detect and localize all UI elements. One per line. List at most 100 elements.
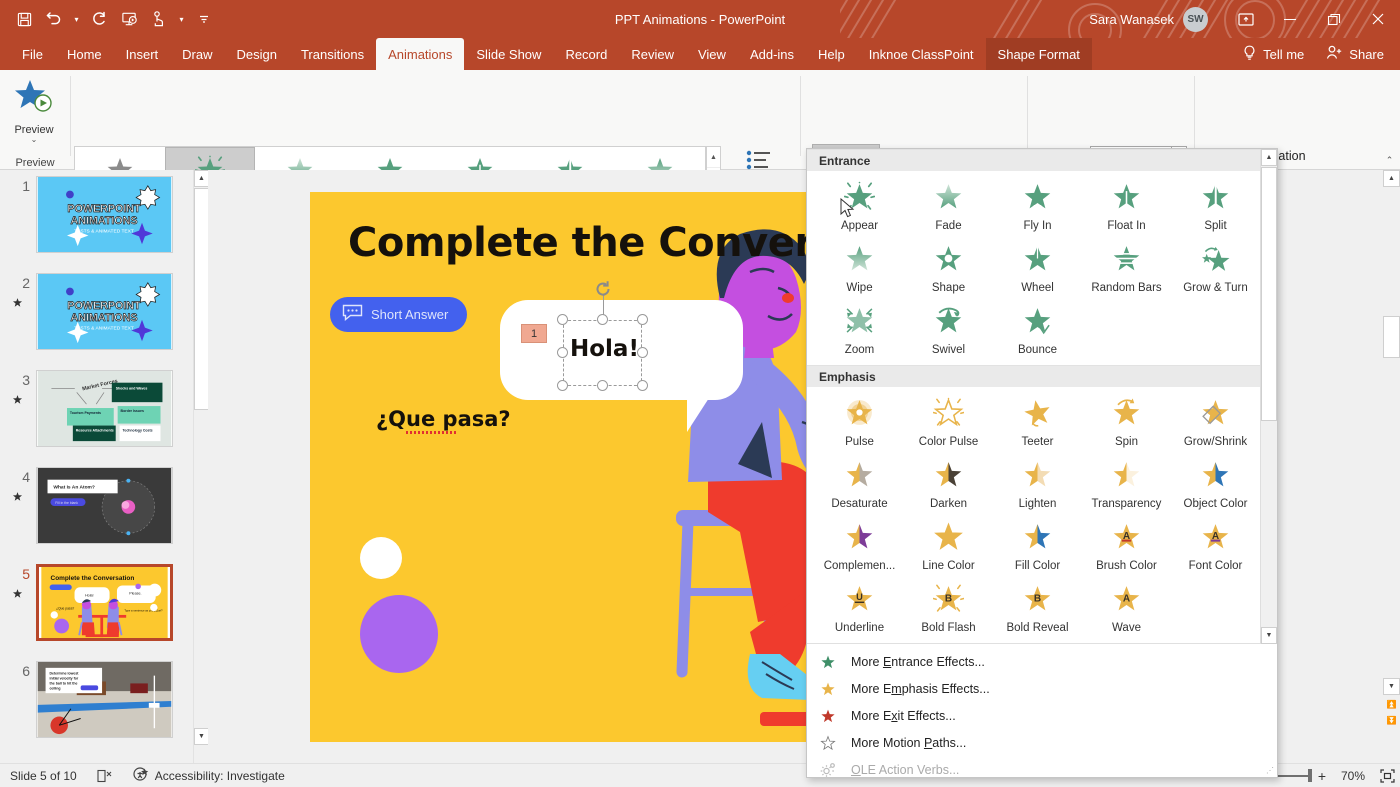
preview-dropdown-caret-icon[interactable]: ⌄ (31, 136, 38, 144)
tab-transitions[interactable]: Transitions (289, 38, 376, 70)
thumbnail-scroll-up-icon[interactable]: ▲ (194, 170, 209, 187)
slide-area-scrollbar[interactable]: ▲ ▼ ⏫ ⏬ (1383, 170, 1400, 763)
effect-underline[interactable]: UUnderline (815, 577, 904, 639)
effect-darken[interactable]: Darken (904, 453, 993, 515)
animation-indicator-star-icon[interactable] (12, 297, 23, 311)
slide-scroll-thumb[interactable] (1383, 316, 1400, 358)
effect-brush-color[interactable]: ABrush Color (1082, 515, 1171, 577)
slide-notes-icon[interactable] (87, 769, 123, 783)
effect-transparency[interactable]: Transparency (1082, 453, 1171, 515)
tab-inknoe-classpoint[interactable]: Inknoe ClassPoint (857, 38, 986, 70)
effect-bold-flash[interactable]: BBold Flash (904, 577, 993, 639)
slide-scroll-down-icon[interactable]: ▼ (1383, 678, 1400, 695)
effect-font-color[interactable]: AFont Color (1171, 515, 1260, 577)
next-slide-icon[interactable]: ⏬ (1383, 713, 1400, 728)
previous-slide-icon[interactable]: ⏫ (1383, 697, 1400, 712)
start-presentation-icon[interactable] (115, 5, 143, 33)
effect-wheel[interactable]: Wheel (993, 237, 1082, 299)
account-name[interactable]: Sara Wanasek (1089, 12, 1174, 27)
tab-record[interactable]: Record (553, 38, 619, 70)
slide-thumbnail-3[interactable]: 3 Market Forces Shocks and Waves Tourism… (0, 370, 178, 466)
effect-wipe[interactable]: Wipe (815, 237, 904, 299)
handle-bottom-center[interactable] (597, 380, 608, 391)
undo-icon[interactable] (40, 5, 68, 33)
white-circle-shape[interactable] (360, 537, 402, 579)
effect-random-bars[interactable]: Random Bars (1082, 237, 1171, 299)
ribbon-display-options-icon[interactable] (1224, 0, 1268, 38)
handle-top-right[interactable] (637, 314, 648, 325)
effect-grow-shrink[interactable]: Grow/Shrink (1171, 391, 1260, 453)
effect-desaturate[interactable]: Desaturate (815, 453, 904, 515)
slide-thumbnail-5[interactable]: 5 Complete the Conversation Hola! Please… (0, 564, 178, 660)
effect-wave[interactable]: AWave (1082, 577, 1171, 639)
dropdown-scrollbar[interactable]: ▲ ▼ (1260, 149, 1277, 644)
share-button[interactable]: Share (1318, 45, 1400, 63)
slide-thumbnail-2[interactable]: 2 POWERPOINT ANIMATIONS TESTS & ANIMATED… (0, 273, 178, 369)
menu-item-more-emphasis-effects[interactable]: More Emphasis Effects... (807, 675, 1277, 702)
purple-circle-shape[interactable] (360, 595, 438, 673)
slide-thumbnail-pane[interactable]: 1 POWERPOINT ANIMATIONS TESTS & ANIMATED… (0, 170, 193, 763)
minimize-icon[interactable] (1268, 0, 1312, 38)
effect-line-color[interactable]: Line Color (904, 515, 993, 577)
effect-bold-reveal[interactable]: BBold Reveal (993, 577, 1082, 639)
effect-appear[interactable]: Appear (815, 175, 904, 237)
menu-item-more-exit-effects[interactable]: More Exit Effects... (807, 702, 1277, 729)
accessibility-status[interactable]: Accessibility: Investigate (123, 767, 295, 785)
slide-thumbnail-6[interactable]: 6 Determine lowest initial velocity for … (0, 661, 178, 757)
effect-color-pulse[interactable]: Color Pulse (904, 391, 993, 453)
tab-slide-show[interactable]: Slide Show (464, 38, 553, 70)
effect-fly-in[interactable]: Fly In (993, 175, 1082, 237)
tab-review[interactable]: Review (619, 38, 686, 70)
slide-scroll-up-icon[interactable]: ▲ (1383, 170, 1400, 187)
rotate-handle-icon[interactable] (594, 280, 612, 298)
effect-bounce[interactable]: Bounce (993, 299, 1082, 361)
dropdown-scroll-up-icon[interactable]: ▲ (1261, 149, 1277, 166)
tab-insert[interactable]: Insert (114, 38, 171, 70)
animation-indicator-star-icon[interactable] (12, 491, 23, 505)
question-text[interactable]: ¿Que pasa? (376, 407, 511, 431)
effect-pulse[interactable]: Pulse (815, 391, 904, 453)
zoom-in-plus-icon[interactable]: + (1312, 768, 1332, 784)
handle-bottom-right[interactable] (637, 380, 648, 391)
add-animation-dropdown[interactable]: Entrance AppearFadeFly InFloat InSplitWi… (806, 148, 1278, 778)
customize-qat-icon[interactable] (190, 5, 218, 33)
effect-teeter[interactable]: Teeter (993, 391, 1082, 453)
handle-top-left[interactable] (557, 314, 568, 325)
close-icon[interactable] (1356, 0, 1400, 38)
short-answer-badge[interactable]: Short Answer (330, 297, 467, 332)
save-icon[interactable] (10, 5, 38, 33)
tab-file[interactable]: File (10, 38, 55, 70)
handle-top-center[interactable] (597, 314, 608, 325)
effect-fade[interactable]: Fade (904, 175, 993, 237)
undo-dropdown-caret-icon[interactable]: ▾ (70, 5, 83, 33)
menu-item-more-motion-paths[interactable]: More Motion Paths... (807, 729, 1277, 756)
selected-text-box[interactable]: 1 Hola! (563, 320, 642, 386)
effect-object-color[interactable]: Object Color (1171, 453, 1260, 515)
tab-design[interactable]: Design (225, 38, 289, 70)
fit-to-window-icon[interactable] (1374, 769, 1400, 783)
tell-me-button[interactable]: Tell me (1229, 45, 1318, 64)
handle-middle-right[interactable] (637, 347, 648, 358)
tab-view[interactable]: View (686, 38, 738, 70)
slide-thumbnail-preview[interactable]: Complete the Conversation Hola! Please. … (36, 564, 173, 641)
slide-thumbnail-preview[interactable]: Determine lowest initial velocity for th… (36, 661, 173, 738)
thumbnail-scroll-down-icon[interactable]: ▼ (194, 728, 209, 745)
effect-shape[interactable]: Shape (904, 237, 993, 299)
resize-grip-icon[interactable]: ⋰ (1266, 766, 1273, 775)
redo-icon[interactable] (85, 5, 113, 33)
restore-icon[interactable] (1312, 0, 1356, 38)
animation-order-tag[interactable]: 1 (521, 324, 547, 343)
tab-shape-format[interactable]: Shape Format (986, 38, 1092, 70)
tab-help[interactable]: Help (806, 38, 857, 70)
slide-thumbnail-preview[interactable]: What Is An Atom? Fill in the blank (36, 467, 173, 544)
handle-bottom-left[interactable] (557, 380, 568, 391)
effect-lighten[interactable]: Lighten (993, 453, 1082, 515)
touch-mode-icon[interactable] (145, 5, 173, 33)
effect-split[interactable]: Split (1171, 175, 1260, 237)
tab-draw[interactable]: Draw (170, 38, 224, 70)
handle-middle-left[interactable] (557, 347, 568, 358)
menu-item-more-entrance-effects[interactable]: More Entrance Effects... (807, 648, 1277, 675)
thumbnail-scroll-thumb[interactable] (194, 188, 209, 410)
zoom-level-label[interactable]: 70% (1332, 769, 1374, 783)
collapse-ribbon-icon[interactable]: ⌃ (1381, 152, 1398, 168)
